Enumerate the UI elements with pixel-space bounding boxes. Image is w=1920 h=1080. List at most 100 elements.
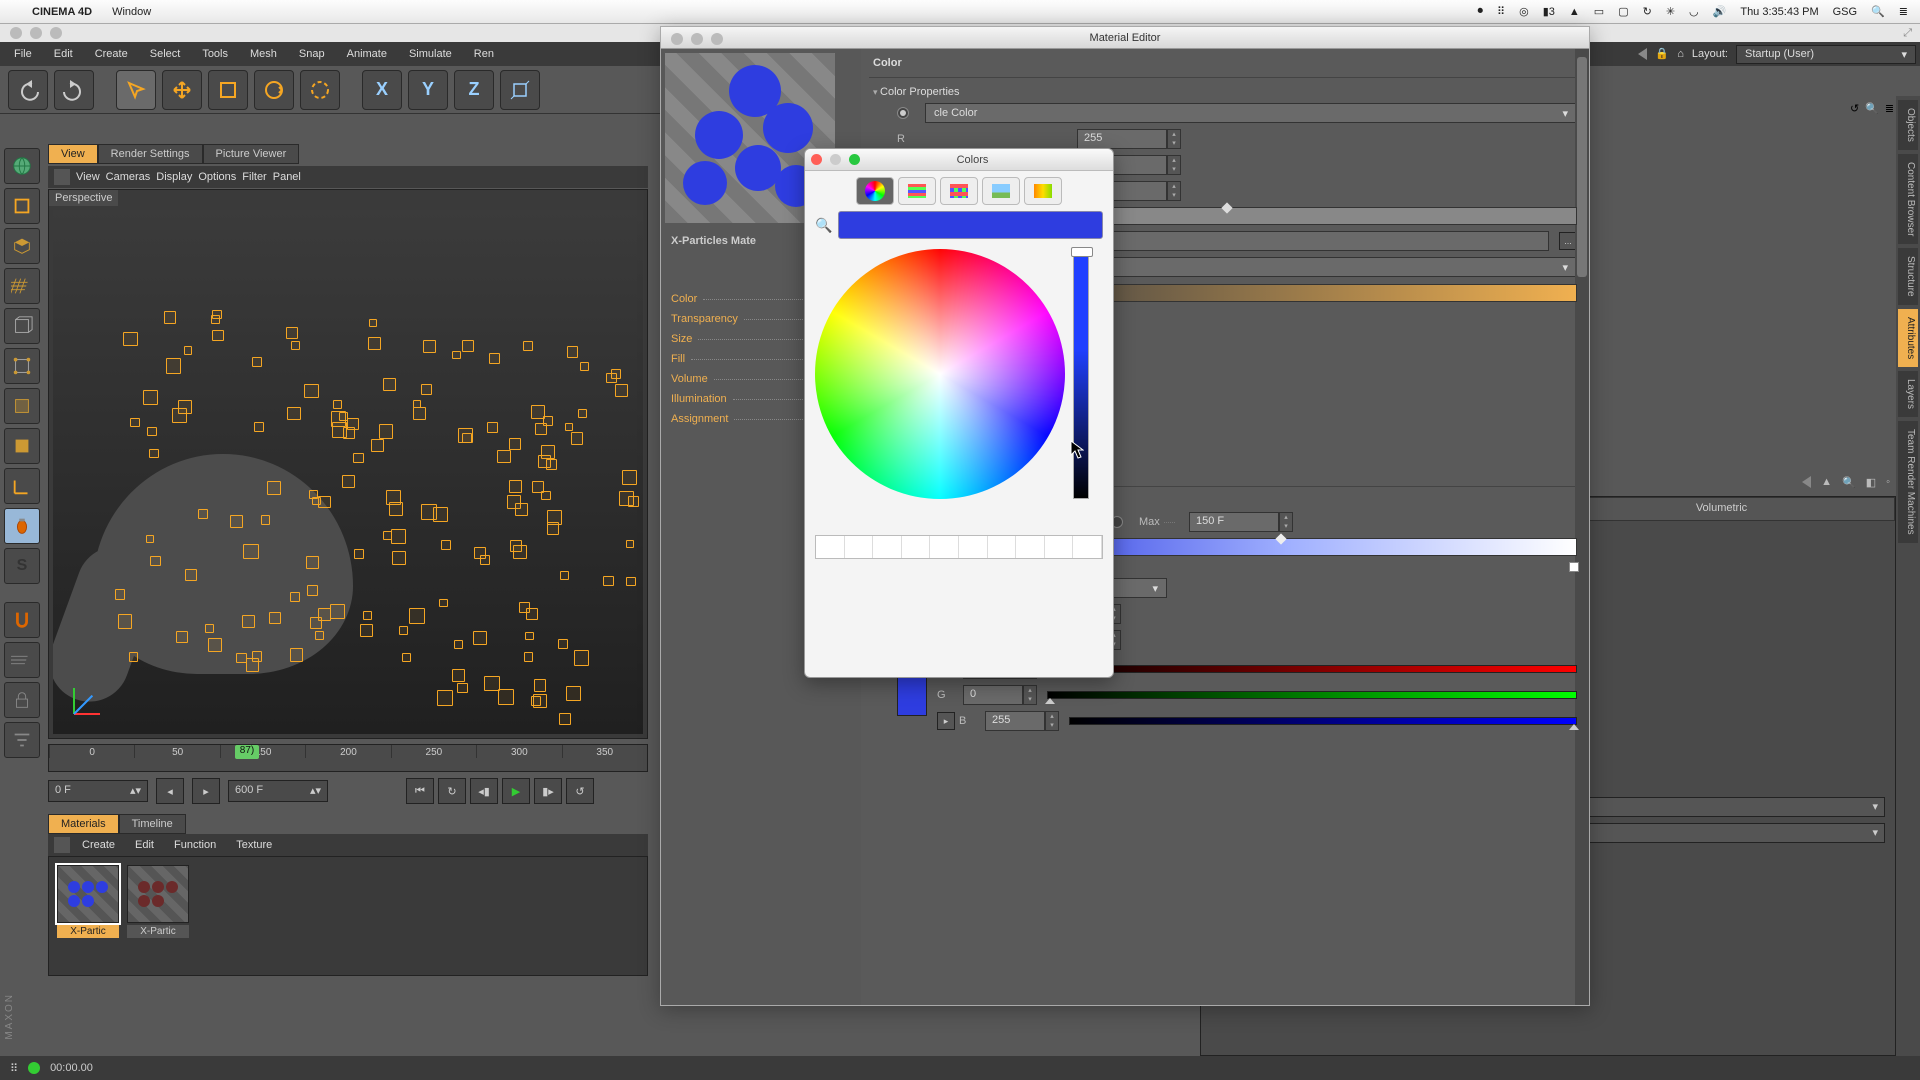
end-frame-input[interactable]: 600 F▴▾ [228,780,328,802]
mat-function[interactable]: Function [166,837,224,853]
viewport-scene[interactable] [53,210,643,734]
close-icon[interactable] [811,154,822,165]
mode-crayons[interactable] [1024,177,1062,205]
next-frame-button[interactable]: ▮▸ [534,778,562,804]
workplane2-tool[interactable] [4,642,40,678]
status-grid-icon[interactable]: ⠿ [10,1062,18,1075]
g-slider[interactable] [1047,691,1577,699]
sync-icon[interactable]: ↻ [1643,5,1652,18]
screens-icon[interactable]: ▭ [1594,5,1604,18]
rtab-team-render[interactable]: Team Render Machines [1898,421,1918,543]
axis-gizmo[interactable] [73,674,113,714]
material-item-1[interactable]: X-Partic [57,865,119,967]
user-name[interactable]: GSG [1833,6,1857,18]
menu-simulate[interactable]: Simulate [399,44,462,64]
lock-tool[interactable] [4,682,40,718]
tab-picture-viewer[interactable]: Picture Viewer [203,144,300,164]
r-slider[interactable] [1047,665,1577,673]
model-tool[interactable] [4,228,40,264]
display-icon[interactable]: ▢ [1618,5,1628,18]
axis-tool[interactable] [4,468,40,504]
search-icon-2[interactable]: 🔍 [1842,476,1856,489]
rtab-structure[interactable]: Structure [1898,248,1918,305]
menu-file[interactable]: File [4,44,42,64]
dropbox-icon[interactable]: ⠿ [1497,5,1505,18]
volume-icon[interactable]: 🔊 [1713,5,1727,18]
move-tool[interactable] [162,70,202,110]
flame-icon[interactable]: ▲ [1569,6,1580,18]
mat-edit[interactable]: Edit [127,837,162,853]
axis-z-toggle[interactable]: Z [454,70,494,110]
pin-icon[interactable]: ◦ [1886,476,1890,489]
r-input[interactable]: 255▴▾ [1077,129,1181,149]
color-wheel[interactable] [815,249,1065,499]
mode-palettes[interactable] [940,177,978,205]
snap-enable-tool[interactable]: S [4,548,40,584]
particle-color-dropdown[interactable]: cle Color▾ [925,103,1577,123]
texture-tool[interactable] [4,268,40,304]
viewport-options-icon[interactable] [54,169,70,185]
tab-view[interactable]: View [48,144,98,164]
brightness-handle[interactable] [1071,247,1093,257]
material-editor-titlebar[interactable]: Material Editor [661,27,1589,49]
nav-up-icon[interactable]: ▲ [1821,476,1832,489]
select-tool[interactable] [116,70,156,110]
goto-end-button[interactable]: ↺ [566,778,594,804]
colors-titlebar[interactable]: Colors [805,149,1113,171]
rtab-objects[interactable]: Objects [1898,100,1918,150]
filter-tool[interactable] [4,722,40,758]
timeline-ruler[interactable]: 0 50 150 200 250 300 350 87) [48,744,648,772]
play-button[interactable]: ▶ [502,778,530,804]
menu-render[interactable]: Ren [464,44,504,64]
tab-timeline[interactable]: Timeline [119,814,186,834]
notification-icon[interactable]: ≣ [1899,5,1908,18]
rotate-tool[interactable] [254,70,294,110]
mat-texture[interactable]: Texture [228,837,280,853]
menu-create[interactable]: Create [85,44,138,64]
vm-options[interactable]: Options [198,171,236,183]
mac-menu-window[interactable]: Window [112,6,151,18]
tweak-tool[interactable] [4,508,40,544]
menu-snap[interactable]: Snap [289,44,335,64]
brightness-strip[interactable] [1073,249,1089,499]
globe-tool[interactable] [4,148,40,184]
redo-button[interactable] [54,70,94,110]
clock[interactable]: Thu 3:35:43 PM [1740,6,1818,18]
scrollbar[interactable] [1575,49,1589,1005]
layout-dropdown[interactable]: Startup (User)▾ [1736,45,1916,64]
spotlight-icon[interactable]: 🔍 [1871,5,1885,18]
cc-icon[interactable]: ◎ [1519,5,1529,18]
adobe-icon[interactable]: ▮3 [1543,5,1555,18]
color-expand-button[interactable]: ▸ [937,712,955,730]
vm-panel[interactable]: Panel [273,171,301,183]
next-range-button[interactable]: ▸ [192,778,220,804]
material-item-2[interactable]: X-Partic [127,865,189,967]
last-tool[interactable] [300,70,340,110]
menu-edit[interactable]: Edit [44,44,83,64]
materials-options-icon[interactable] [54,837,70,853]
coord-system-button[interactable] [500,70,540,110]
viewport[interactable]: Perspective [48,189,648,739]
vm-filter[interactable]: Filter [242,171,266,183]
menu-select[interactable]: Select [140,44,191,64]
current-color-swatch[interactable] [838,211,1103,239]
materials-grid[interactable]: X-Partic X-Partic [48,856,648,976]
color-swatch-row[interactable] [815,535,1103,559]
lock-icon[interactable]: 🔒 [1655,47,1669,61]
prev-frame-button[interactable]: ◂▮ [470,778,498,804]
vm-cameras[interactable]: Cameras [106,171,151,183]
list-icon[interactable]: ≣ [1885,102,1894,118]
undo-button[interactable] [8,70,48,110]
b-slider[interactable] [1069,717,1577,725]
axis-x-toggle[interactable]: X [362,70,402,110]
bt-icon[interactable]: ✳ [1666,5,1675,18]
fullscreen-icon[interactable]: ⤢ [1903,27,1912,39]
loop-button[interactable]: ↻ [438,778,466,804]
scale-tool[interactable] [208,70,248,110]
edge-tool[interactable] [4,388,40,424]
mode-icon[interactable]: ◧ [1866,476,1876,489]
make-editable-tool[interactable] [4,188,40,224]
playhead[interactable]: 87) [235,745,259,759]
wifi-icon[interactable]: ◡ [1689,5,1699,18]
vm-view[interactable]: View [76,171,100,183]
